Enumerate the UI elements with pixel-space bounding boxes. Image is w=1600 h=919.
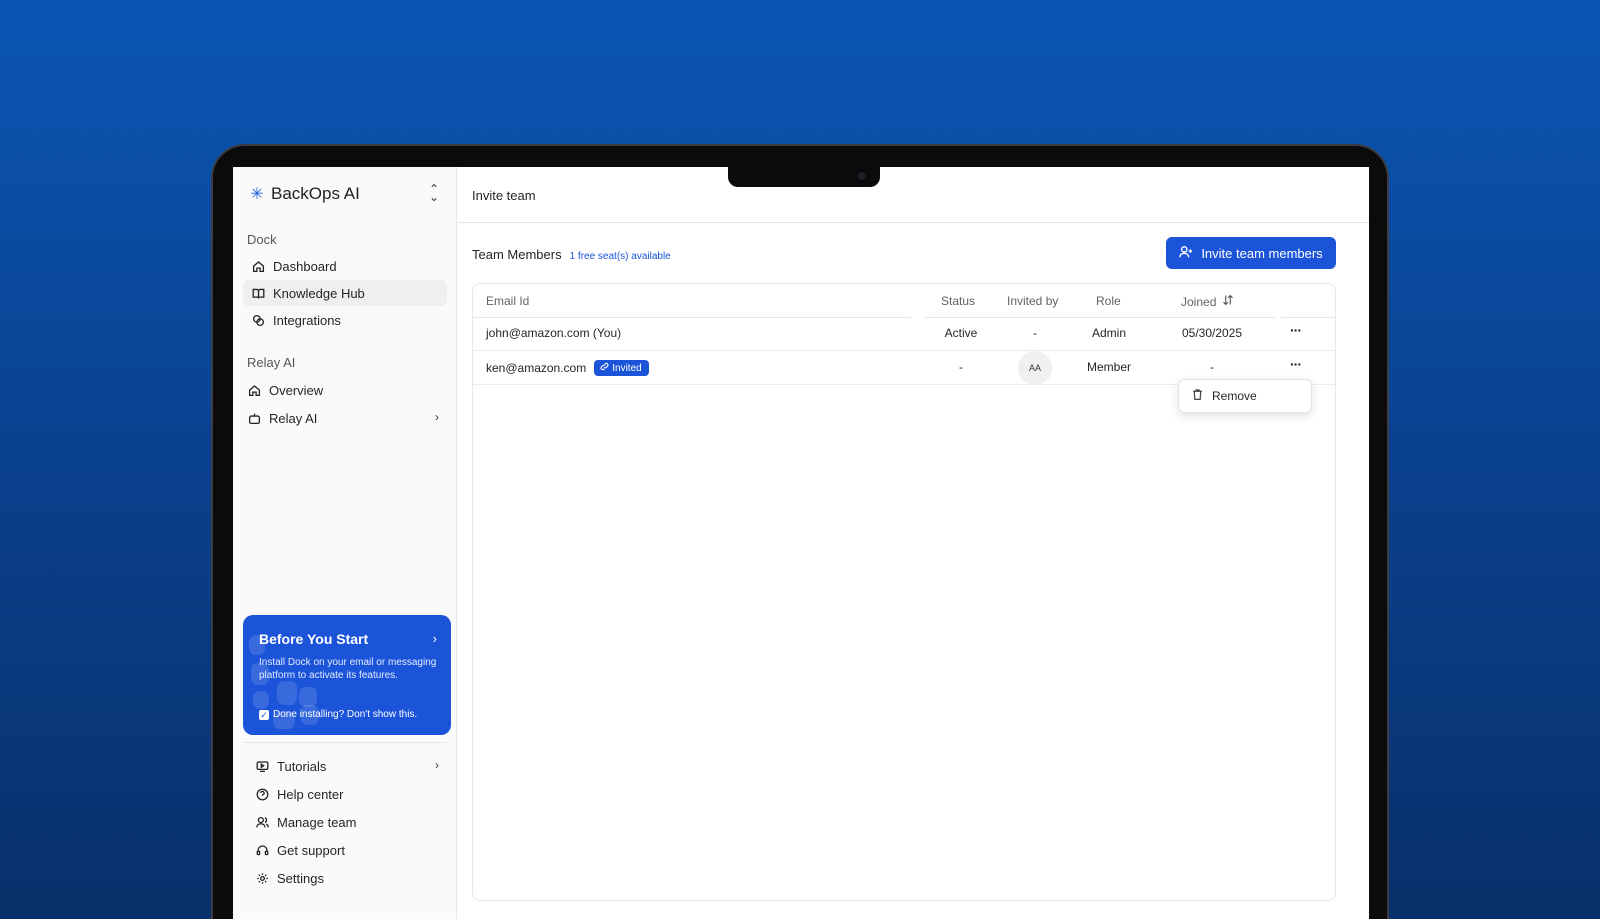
- sidebar-item-label: Integrations: [273, 312, 341, 328]
- promo-description: Install Dock on your email or messaging …: [259, 657, 437, 681]
- brand[interactable]: ✳ BackOps AI: [249, 184, 360, 204]
- user-plus-icon: [1179, 245, 1193, 262]
- chevron-right-icon: ›: [435, 410, 439, 424]
- sidebar-item-get-support[interactable]: Get support: [247, 837, 447, 863]
- team-members-header: Team Members 1 free seat(s) available: [472, 247, 671, 262]
- sidebar-item-label: Get support: [277, 842, 345, 858]
- column-header-joined[interactable]: Joined: [1181, 294, 1234, 309]
- book-icon: [251, 286, 265, 300]
- sidebar-item-label: Settings: [277, 870, 324, 886]
- remove-menu-item[interactable]: Remove: [1212, 389, 1257, 403]
- dont-show-checkbox[interactable]: ✓ Done installing? Don't show this.: [259, 709, 417, 720]
- free-seats-label[interactable]: 1 free seat(s) available: [570, 251, 671, 262]
- row-email: john@amazon.com (You): [486, 326, 622, 340]
- sidebar-item-label: Manage team: [277, 814, 357, 830]
- column-header-role: Role: [1096, 294, 1121, 308]
- question-icon: [255, 787, 269, 801]
- top-bar: Invite team: [458, 167, 1369, 223]
- relay-section-label: Relay AI: [247, 355, 296, 370]
- sidebar-item-help-center[interactable]: Help center: [247, 781, 447, 807]
- users-icon: [255, 815, 269, 829]
- sidebar-item-label: Overview: [269, 382, 324, 398]
- sidebar-item-relay-ai[interactable]: Relay AI ›: [243, 405, 447, 431]
- before-you-start-card[interactable]: Before You Start › Install Dock on your …: [243, 615, 451, 735]
- laptop-frame: ✳ BackOps AI ⌃ ⌄ Dock Dashboard Knowledge…: [211, 144, 1389, 919]
- section-title: Team Members: [472, 247, 562, 262]
- row-status: -: [959, 360, 963, 374]
- trash-icon: [1191, 388, 1204, 404]
- home-icon: [251, 259, 265, 273]
- column-header-email: Email Id: [486, 294, 530, 308]
- main-content: Invite team Team Members 1 free seat(s) …: [458, 167, 1369, 919]
- gear-icon: [255, 871, 269, 885]
- sidebar: ✳ BackOps AI ⌃ ⌄ Dock Dashboard Knowledge…: [233, 167, 457, 919]
- sidebar-item-label: Dashboard: [273, 258, 337, 274]
- more-options-icon[interactable]: ···: [1290, 322, 1302, 338]
- workspace-switcher-icon[interactable]: ⌃ ⌄: [429, 183, 439, 203]
- camera-notch: [728, 167, 880, 187]
- app-screen: ✳ BackOps AI ⌃ ⌄ Dock Dashboard Knowledge…: [233, 167, 1369, 919]
- avatar: AA: [1018, 351, 1052, 385]
- checkbox-label: Done installing? Don't show this.: [273, 709, 418, 720]
- home-icon: [247, 383, 261, 397]
- promo-title: Before You Start: [259, 631, 369, 647]
- sidebar-divider: [243, 742, 447, 743]
- row-actions-menu[interactable]: Remove: [1178, 379, 1312, 413]
- invited-badge: Invited: [594, 360, 649, 376]
- row-joined: 05/30/2025: [1181, 326, 1243, 340]
- row-status: Active: [944, 326, 978, 340]
- sidebar-item-tutorials[interactable]: Tutorials ›: [247, 753, 447, 779]
- sidebar-item-overview[interactable]: Overview: [243, 377, 447, 403]
- link-icon: [251, 313, 265, 327]
- bot-icon: [247, 411, 261, 425]
- row-role: Admin: [1091, 326, 1126, 340]
- sidebar-item-settings[interactable]: Settings: [247, 865, 447, 891]
- dock-section-label: Dock: [247, 232, 277, 247]
- brand-name: BackOps AI: [271, 184, 360, 203]
- sidebar-item-dashboard[interactable]: Dashboard: [243, 253, 447, 279]
- sparkle-logo-icon: ✳: [250, 186, 264, 203]
- row-invited-by: -: [1033, 326, 1037, 340]
- invite-button-label: Invite team members: [1201, 245, 1323, 261]
- sidebar-item-manage-team[interactable]: Manage team: [247, 809, 447, 835]
- sidebar-item-integrations[interactable]: Integrations: [243, 307, 447, 333]
- more-options-icon[interactable]: ···: [1290, 356, 1302, 372]
- play-screen-icon: [255, 759, 269, 773]
- chevron-right-icon: ›: [435, 758, 439, 772]
- column-header-status: Status: [941, 294, 976, 308]
- invite-team-members-button[interactable]: Invite team members: [1166, 237, 1336, 269]
- column-header-invited-by: Invited by: [1007, 294, 1059, 308]
- sidebar-item-label: Tutorials: [277, 758, 327, 774]
- chevron-right-icon[interactable]: ›: [433, 631, 437, 646]
- sidebar-item-label: Help center: [277, 786, 344, 802]
- row-email: ken@amazon.com Invited: [486, 360, 649, 376]
- checkbox-checked-icon[interactable]: ✓: [259, 709, 269, 720]
- headset-icon: [255, 843, 269, 857]
- link-icon: [600, 362, 609, 374]
- sidebar-item-label: Knowledge Hub: [273, 285, 365, 301]
- sort-icon[interactable]: [1222, 294, 1234, 309]
- sidebar-item-knowledge-hub[interactable]: Knowledge Hub: [243, 280, 447, 306]
- row-role: Member: [1086, 360, 1131, 374]
- row-joined: -: [1210, 360, 1214, 374]
- page-title: Invite team: [472, 188, 536, 203]
- sidebar-item-label: Relay AI: [269, 410, 318, 426]
- team-members-table: Email Id Status Invited by Role Joined j…: [472, 283, 1336, 901]
